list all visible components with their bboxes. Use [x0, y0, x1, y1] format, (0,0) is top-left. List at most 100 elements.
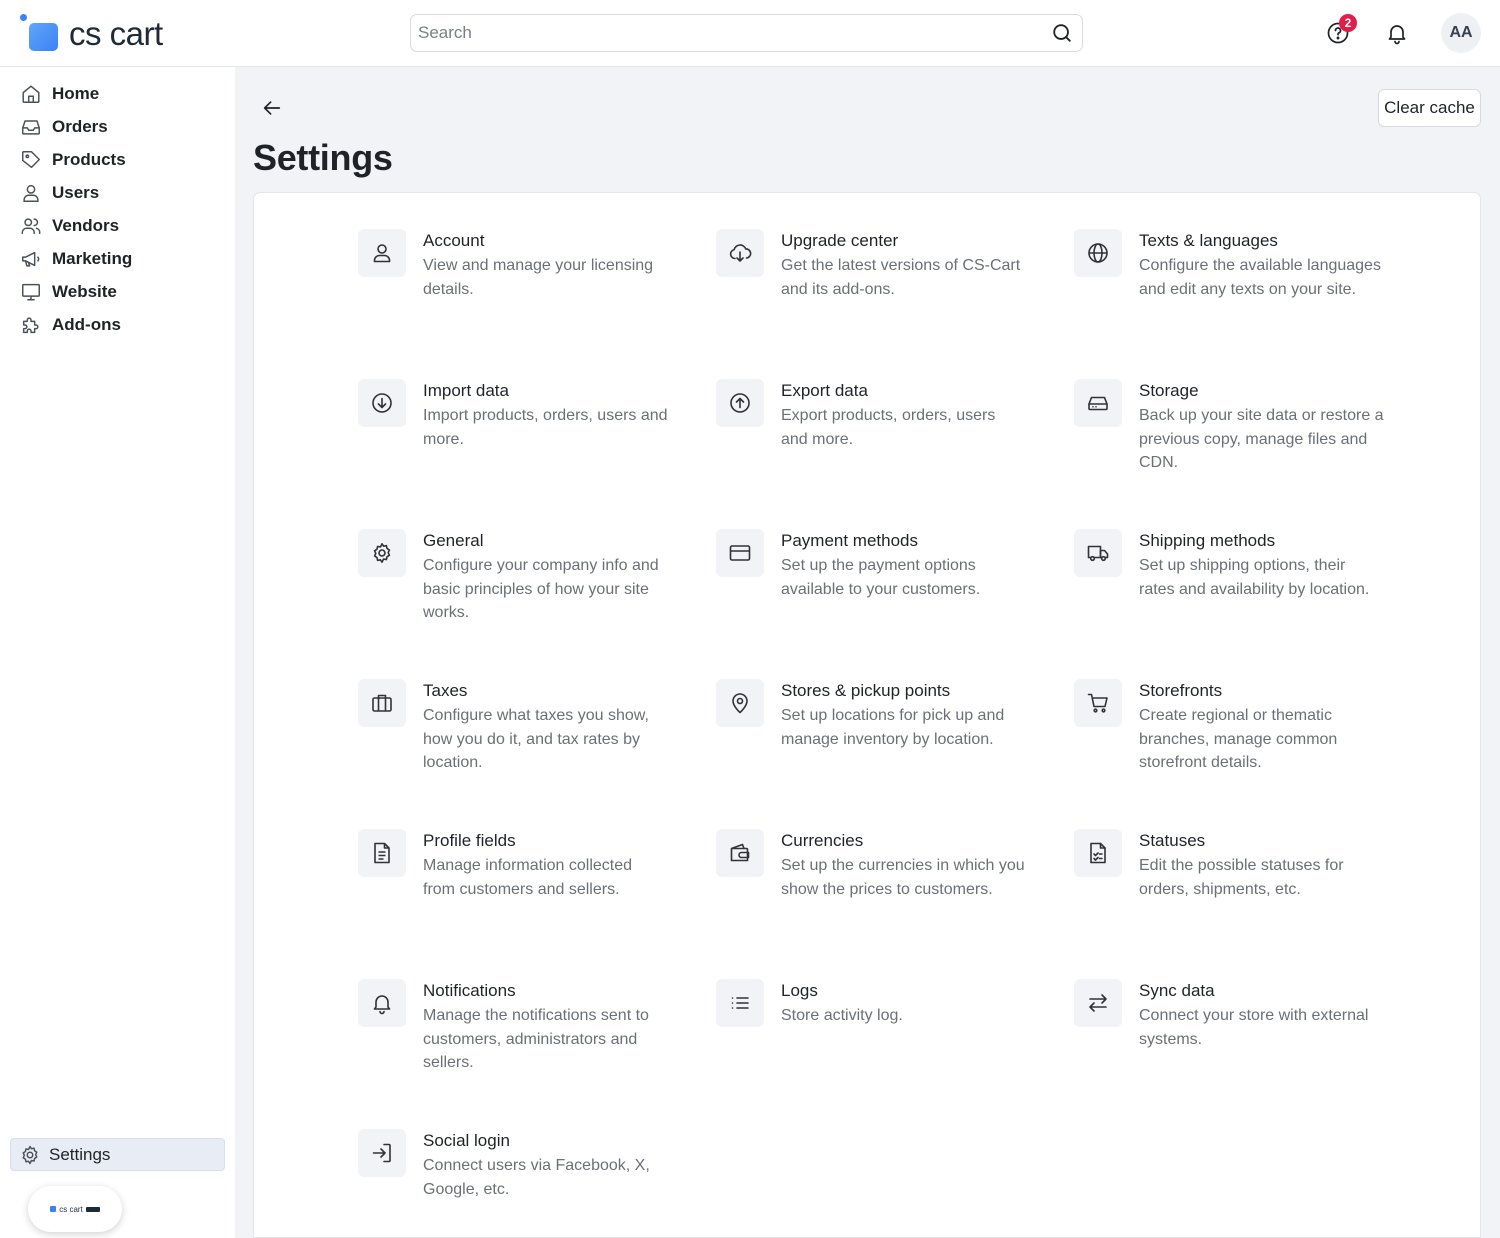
help-button[interactable]: 2: [1321, 14, 1357, 50]
sidebar-item-label: Marketing: [52, 248, 133, 268]
tile-description: Set up the payment options available to …: [781, 557, 981, 598]
sidebar-item-products[interactable]: Products: [18, 143, 132, 176]
sidebar-item-label: Add-ons: [52, 314, 121, 334]
brand-mini-tag: [85, 1206, 100, 1212]
monitor-icon: [18, 279, 44, 305]
brand-logo[interactable]: cs cart: [20, 14, 163, 54]
login-icon: [358, 1129, 406, 1177]
sidebar-item-label: Website: [52, 281, 117, 301]
cloud-download-icon: [716, 229, 764, 277]
list-icon: [716, 979, 764, 1027]
settings-card: Account View and manage your licensing d…: [253, 192, 1481, 1238]
tile-description: Back up your site data or restore a prev…: [1139, 407, 1384, 471]
sidebar: Home Orders Products Users Vendors Marke…: [0, 67, 235, 1238]
tile-description: Export products, orders, users and more.: [781, 407, 996, 448]
map-pin-icon: [716, 679, 764, 727]
tile-description: Set up the currencies in which you show …: [781, 857, 1025, 898]
sidebar-item-label: Products: [52, 149, 126, 169]
tile-title: Texts & languages: [1139, 231, 1278, 250]
credit-card-icon: [716, 529, 764, 577]
sidebar-item-marketing[interactable]: Marketing: [18, 242, 132, 275]
sidebar-item-orders[interactable]: Orders: [18, 110, 132, 143]
tile-title: Notifications: [423, 981, 516, 1000]
sidebar-item-add-ons[interactable]: Add-ons: [18, 308, 132, 341]
tile-title: Logs: [781, 981, 818, 1000]
sidebar-item-website[interactable]: Website: [18, 275, 132, 308]
logo-mark-icon: [20, 14, 60, 54]
wallet-icon: [716, 829, 764, 877]
cart-icon: [1074, 679, 1122, 727]
page-title: Settings: [253, 137, 393, 178]
arrow-left-icon: [263, 101, 281, 115]
tile-description: Manage information collected from custom…: [423, 857, 633, 898]
tile-title: Profile fields: [423, 831, 516, 850]
notifications-button[interactable]: [1380, 16, 1414, 50]
tile-description: Edit the possible statuses for orders, s…: [1139, 857, 1344, 898]
search-input[interactable]: [411, 15, 1042, 51]
arrow-down-circle-icon: [358, 379, 406, 427]
briefcase-icon: [358, 679, 406, 727]
arrow-up-circle-icon: [716, 379, 764, 427]
sidebar-item-label: Orders: [52, 116, 108, 136]
tile-title: Storage: [1139, 381, 1199, 400]
tile-title: Social login: [423, 1131, 510, 1150]
main-content: Settings Clear cache Account View and ma…: [235, 67, 1500, 1238]
sidebar-item-home[interactable]: Home: [18, 77, 132, 110]
top-bar: cs cart 2 AA: [0, 0, 1500, 67]
sidebar-item-vendors[interactable]: Vendors: [18, 209, 132, 242]
sidebar-item-users[interactable]: Users: [18, 176, 132, 209]
user-avatar[interactable]: AA: [1441, 13, 1481, 53]
tile-description: Manage the notifications sent to custome…: [423, 1007, 649, 1071]
bell-icon: [358, 979, 406, 1027]
sidebar-item-label: Home: [52, 83, 100, 103]
truck-icon: [1074, 529, 1122, 577]
tile-title: Upgrade center: [781, 231, 899, 250]
tile-title: Sync data: [1139, 981, 1215, 1000]
tile-title: Statuses: [1139, 831, 1206, 850]
clear-cache-button[interactable]: Clear cache: [1378, 89, 1481, 127]
hard-drive-icon: [1074, 379, 1122, 427]
user-icon: [358, 229, 406, 277]
gear-icon: [358, 529, 406, 577]
tile-description: Store activity log.: [781, 1007, 903, 1024]
sidebar-nav: Home Orders Products Users Vendors Marke…: [18, 77, 132, 341]
brand-mini-badge[interactable]: cs cart: [28, 1186, 122, 1232]
tile-title: Stores & pickup points: [781, 681, 951, 700]
tile-description: Create regional or thematic branches, ma…: [1139, 707, 1338, 771]
tile-description: Set up shipping options, their rates and…: [1139, 557, 1370, 598]
gear-icon: [19, 1144, 41, 1166]
tile-title: Import data: [423, 381, 509, 400]
user-icon: [18, 180, 44, 206]
back-button[interactable]: [259, 95, 285, 121]
tile-title: Currencies: [781, 831, 864, 850]
tag-icon: [18, 147, 44, 173]
arrows-swap-icon: [1074, 979, 1122, 1027]
search-bar: [410, 14, 1083, 52]
sidebar-item-label: Settings: [49, 1144, 111, 1164]
bell-icon: [1388, 25, 1406, 45]
tile-title: Taxes: [423, 681, 468, 700]
megaphone-icon: [18, 246, 44, 272]
brand-mini-label: cs cart: [59, 1204, 83, 1214]
tile-title: Export data: [781, 381, 868, 400]
tile-title: Shipping methods: [1139, 531, 1276, 550]
notification-count-badge: 2: [1339, 14, 1357, 32]
tile-title: General: [423, 531, 484, 550]
globe-icon: [1074, 229, 1122, 277]
sidebar-item-label: Users: [52, 182, 100, 202]
document-icon: [358, 829, 406, 877]
inbox-icon: [18, 114, 44, 140]
tile-description: Get the latest versions of CS-Cart and i…: [781, 257, 1021, 298]
tile-description: Configure your company info and basic pr…: [423, 557, 659, 621]
sidebar-item-settings[interactable]: Settings: [10, 1138, 225, 1171]
tile-description: Import products, orders, users and more.: [423, 407, 668, 448]
tile-description: Connect your store with external systems…: [1139, 1007, 1369, 1048]
search-icon[interactable]: [1042, 15, 1082, 51]
sidebar-item-label: Vendors: [52, 215, 120, 235]
puzzle-icon: [18, 312, 44, 338]
tile-description: Connect users via Facebook, X, Google, e…: [423, 1157, 650, 1198]
tile-description: Configure the available languages and ed…: [1139, 257, 1381, 298]
users-icon: [18, 213, 44, 239]
tile-description: View and manage your licensing details.: [423, 257, 654, 298]
tile-title: Storefronts: [1139, 681, 1223, 700]
